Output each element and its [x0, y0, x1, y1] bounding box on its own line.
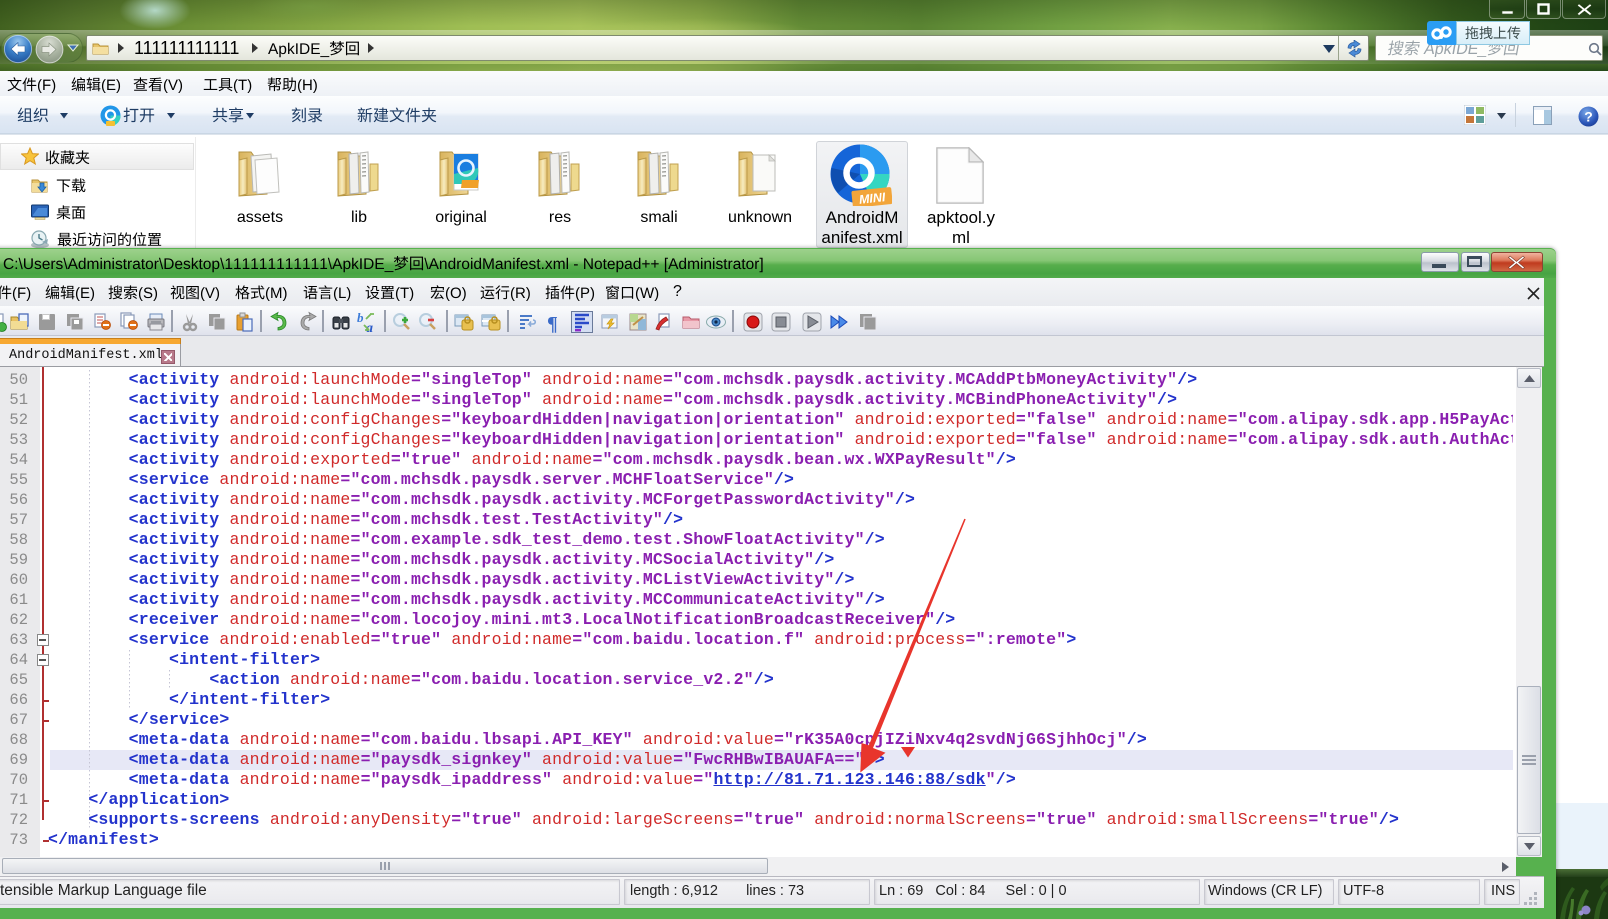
svg-text:¶: ¶ [547, 313, 558, 333]
svg-text:?: ? [1584, 109, 1593, 125]
svg-text:MINI: MINI [858, 190, 886, 206]
svg-text:b: b [357, 311, 364, 325]
